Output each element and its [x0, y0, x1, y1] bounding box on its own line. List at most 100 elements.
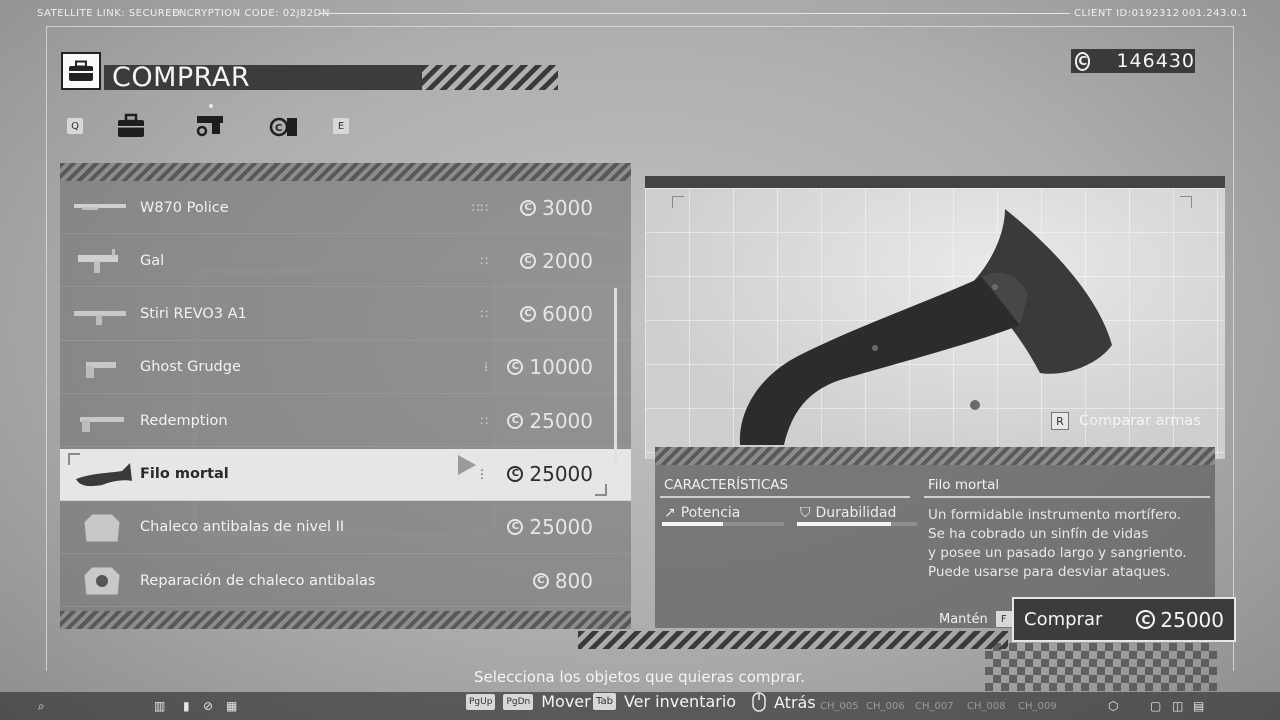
item-row[interactable]: Stiri REVO3 A1 ∷ C 6000: [60, 289, 631, 341]
item-price-value: 3000: [542, 195, 593, 220]
satellite-status: SATELLITE LINK: SECURED: [37, 8, 181, 19]
tab-prev-key[interactable]: Q: [67, 118, 83, 134]
instruction-prompt: Selecciona los objetos que quieras compr…: [474, 668, 805, 686]
durability-bar: [797, 522, 917, 526]
attribute-power: ↗ Potencia: [664, 505, 740, 521]
item-row[interactable]: Chaleco antibalas de nivel II C 25000: [60, 502, 631, 554]
credit-icon: C: [507, 466, 524, 482]
channel-label: CH_006: [866, 701, 905, 712]
item-price-value: 800: [554, 568, 593, 593]
shop-header-icon: [61, 52, 101, 90]
description-line: Puede usarse para desviar ataques.: [928, 564, 1171, 580]
power-icon: ↗: [664, 505, 676, 521]
cube-icon: ⬡: [1108, 699, 1119, 713]
details-hatch: [655, 447, 1215, 465]
axe-icon: [76, 462, 132, 486]
item-price: C 25000: [507, 515, 593, 539]
shield-icon: ⛉: [800, 505, 811, 521]
tab-credits-exchange[interactable]: C: [266, 110, 302, 142]
item-price: C 25000: [507, 409, 593, 433]
credit-icon: C: [1136, 610, 1156, 629]
selection-corner: [68, 452, 80, 465]
credit-icon: C: [1075, 51, 1091, 71]
tab-key: Tab: [593, 693, 616, 710]
attribute-durability: ⛉ Durabilidad: [800, 505, 896, 521]
grid-icon: ▦: [226, 699, 238, 713]
cube-icon: ▢: [1150, 699, 1162, 713]
channel-label: CH_005: [820, 701, 859, 712]
item-variant-indicator: ⁞: [484, 360, 489, 375]
credit-icon: C: [507, 519, 524, 536]
item-price-value: 25000: [529, 515, 593, 540]
compare-label: Comparar armas: [1079, 413, 1201, 429]
item-description: Un formidable instrumento mortífero. Se …: [928, 506, 1208, 582]
smg-icon: [78, 249, 118, 274]
hint-inventory[interactable]: Tab Ver inventario: [593, 692, 736, 711]
credit-icon: C: [507, 359, 524, 376]
item-variant-indicator: ∷: [480, 307, 489, 322]
characteristics-title: CARACTERÍSTICAS: [664, 477, 789, 493]
signal-icon: ▮: [183, 699, 190, 713]
shotgun-icon: [74, 204, 126, 210]
hint-back-label: Atrás: [774, 692, 816, 712]
topbar-divider: [318, 13, 1070, 14]
tab-briefcase[interactable]: [114, 110, 148, 142]
tab-weapons[interactable]: [190, 100, 230, 142]
item-row[interactable]: Ghost Grudge ⁞ C 10000: [60, 342, 631, 394]
rifle-icon: [74, 310, 126, 325]
vest-repair-icon: [83, 566, 121, 596]
item-row[interactable]: W870 Police ∷∷ C 3000: [60, 182, 631, 234]
list-scrollbar[interactable]: [614, 288, 617, 463]
compare-weapons[interactable]: R Comparar armas: [1051, 412, 1201, 430]
buy-price-value: 25000: [1160, 607, 1224, 632]
frame-right-line: [1233, 26, 1234, 671]
description-line: Se ha cobrado un sinfín de vidas: [928, 526, 1149, 542]
hint-move: PgUp PgDn Mover: [466, 692, 591, 711]
item-title-underline: [924, 496, 1210, 498]
mouse-cursor: [458, 454, 476, 475]
slash-icon: ⊘: [203, 699, 214, 713]
hint-back[interactable]: Atrás: [752, 692, 816, 712]
item-row[interactable]: Reparación de chaleco antibalas C 800: [60, 555, 631, 608]
frame-left-line: [46, 26, 47, 671]
item-row[interactable]: Redemption ∷ C 25000: [60, 395, 631, 448]
item-price-value: 25000: [529, 462, 593, 486]
pagedown-key: PgDn: [503, 693, 534, 710]
item-name: W870 Police: [140, 199, 229, 216]
attribute-power-label: Potencia: [680, 505, 741, 521]
compare-key: R: [1051, 412, 1069, 430]
selection-corner: [595, 483, 607, 496]
page-title: COMPRAR: [112, 62, 251, 93]
vest-icon: [83, 513, 121, 543]
item-price-value: 25000: [529, 408, 593, 433]
item-row[interactable]: Gal ∷ C 2000: [60, 235, 631, 288]
item-name: Chaleco antibalas de nivel II: [140, 519, 345, 536]
item-price: C 3000: [520, 196, 593, 220]
item-price: C 25000: [507, 462, 593, 486]
credit-icon: C: [520, 306, 537, 323]
hold-label: Mantén: [939, 611, 988, 627]
hold-key: F: [995, 611, 1012, 627]
item-name: Reparación de chaleco antibalas: [140, 572, 376, 589]
description-line: y posee un pasado largo y sangriento.: [928, 545, 1187, 561]
power-bar: [662, 522, 784, 526]
version-number: 001.243.0.1: [1182, 8, 1248, 19]
list-top-hatch: [60, 163, 631, 181]
characteristics-underline: [660, 496, 910, 498]
trash-icon: ▤: [1193, 699, 1205, 713]
description-line: Un formidable instrumento mortífero.: [928, 507, 1181, 523]
item-detail-title: Filo mortal: [928, 477, 1000, 493]
item-price-value: 10000: [529, 355, 593, 380]
briefcase-icon: [118, 113, 144, 137]
item-row[interactable]: Filo mortal ⋮ C 25000: [60, 448, 631, 501]
tab-next-key[interactable]: E: [333, 118, 349, 134]
hint-inventory-label: Ver inventario: [623, 692, 737, 711]
revolver-icon: [86, 361, 116, 378]
buy-price: C 25000: [1136, 608, 1224, 632]
item-name: Redemption: [140, 412, 228, 429]
buy-button[interactable]: Comprar C 25000: [1012, 597, 1236, 642]
credit-exchange-icon: C: [269, 117, 297, 137]
item-name: Filo mortal: [140, 466, 229, 482]
channel-label: CH_008: [967, 701, 1006, 712]
svg-text:C: C: [275, 123, 282, 134]
